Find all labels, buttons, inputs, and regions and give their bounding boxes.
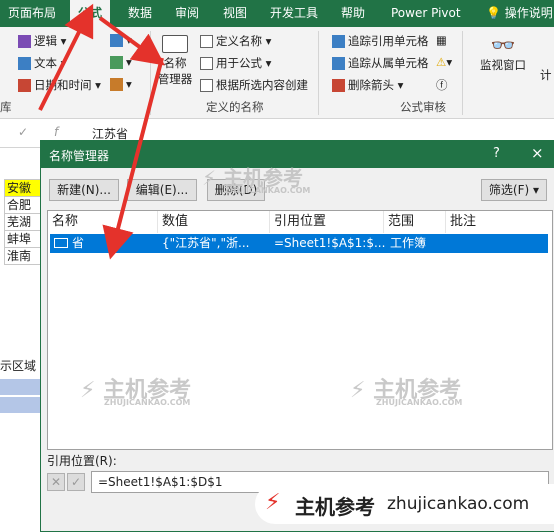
arrow-to-name-row <box>102 57 164 260</box>
arrow-to-formulas-tab <box>38 3 94 111</box>
annotation-arrows <box>38 3 165 260</box>
arrow-to-name-manager <box>98 16 165 66</box>
